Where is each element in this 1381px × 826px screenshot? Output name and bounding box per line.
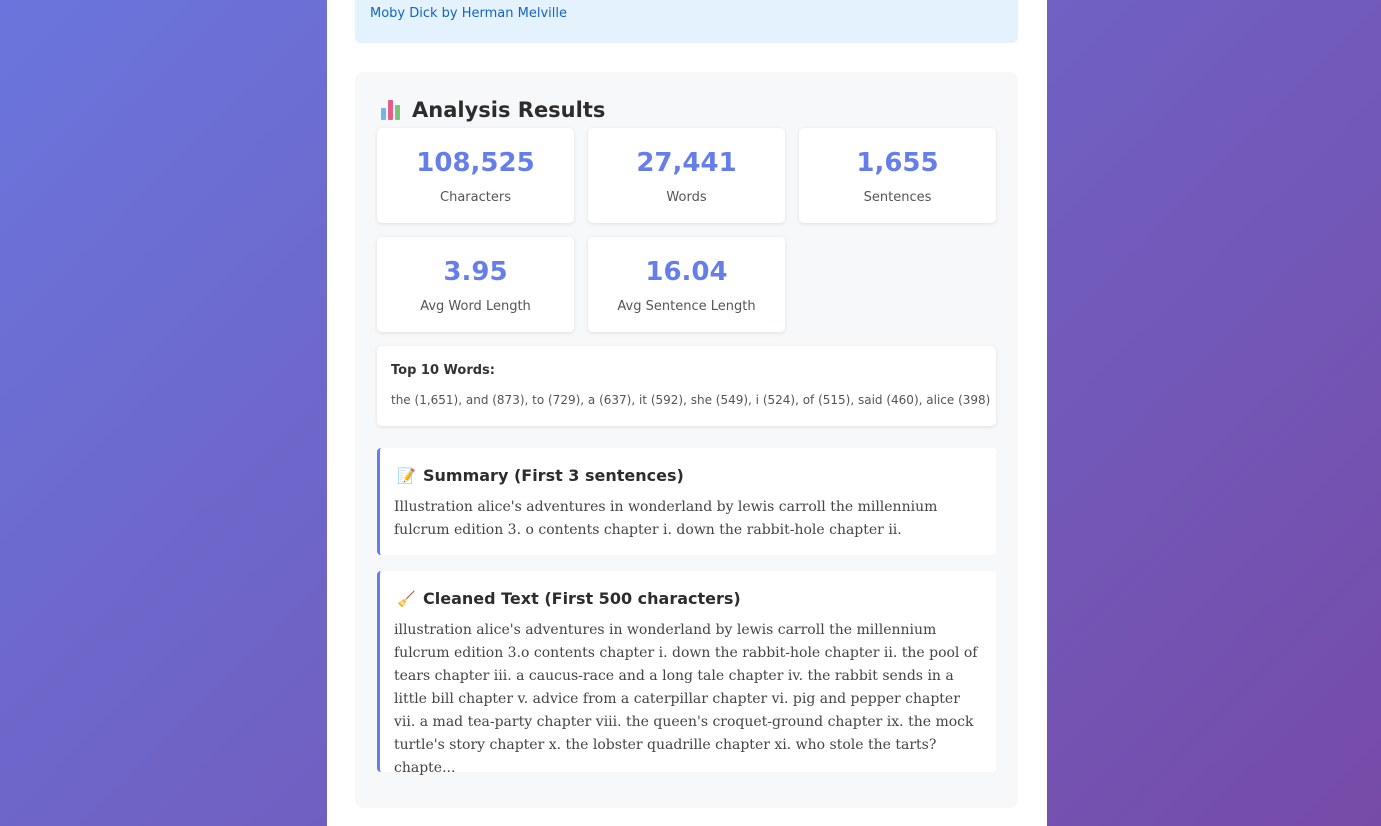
stat-value: 1,655 <box>856 148 939 178</box>
cleaned-text-heading: 🧹 Cleaned Text (First 500 characters) <box>397 589 741 608</box>
analysis-results-panel: Analysis Results 108,525 Characters 27,4… <box>355 72 1018 808</box>
stat-card-avg-sentence-length: 16.04 Avg Sentence Length <box>588 237 785 332</box>
stat-label: Avg Sentence Length <box>617 299 756 314</box>
cleaned-text-heading-label: Cleaned Text (First 500 characters) <box>423 589 741 608</box>
stat-card-words: 27,441 Words <box>588 128 785 223</box>
top-words-card: Top 10 Words: the (1,651), and (873), to… <box>377 346 996 426</box>
stat-value: 27,441 <box>636 148 737 178</box>
stat-label: Avg Word Length <box>420 299 531 314</box>
stat-value: 108,525 <box>416 148 535 178</box>
stat-card-characters: 108,525 Characters <box>377 128 574 223</box>
results-heading: Analysis Results <box>380 98 605 122</box>
results-title: Analysis Results <box>412 98 606 122</box>
stat-card-sentences: 1,655 Sentences <box>799 128 996 223</box>
summary-heading: 📝 Summary (First 3 sentences) <box>397 466 684 485</box>
main-container: Moby Dick by Herman Melville Analysis Re… <box>327 0 1047 826</box>
cleaned-text-panel: 🧹 Cleaned Text (First 500 characters) il… <box>377 571 996 776</box>
stat-label: Words <box>666 190 707 205</box>
stat-label: Sentences <box>863 190 932 205</box>
cleaned-text-body: illustration alice's adventures in wonde… <box>394 622 978 776</box>
stat-value: 3.95 <box>443 257 508 287</box>
summary-panel: 📝 Summary (First 3 sentences) Illustrati… <box>377 448 996 555</box>
selected-book-box: Moby Dick by Herman Melville <box>355 0 1018 43</box>
stat-value: 16.04 <box>645 257 728 287</box>
top-words-title: Top 10 Words: <box>391 363 495 378</box>
broom-icon: 🧹 <box>397 589 416 608</box>
stat-label: Characters <box>440 190 511 205</box>
memo-icon: 📝 <box>397 466 416 485</box>
book-link[interactable]: Moby Dick by Herman Melville <box>370 6 567 21</box>
top-words-list: the (1,651), and (873), to (729), a (637… <box>391 393 991 407</box>
bar-chart-icon <box>380 99 402 121</box>
summary-heading-label: Summary (First 3 sentences) <box>423 466 684 485</box>
stat-card-avg-word-length: 3.95 Avg Word Length <box>377 237 574 332</box>
summary-text: Illustration alice's adventures in wonde… <box>394 499 938 538</box>
